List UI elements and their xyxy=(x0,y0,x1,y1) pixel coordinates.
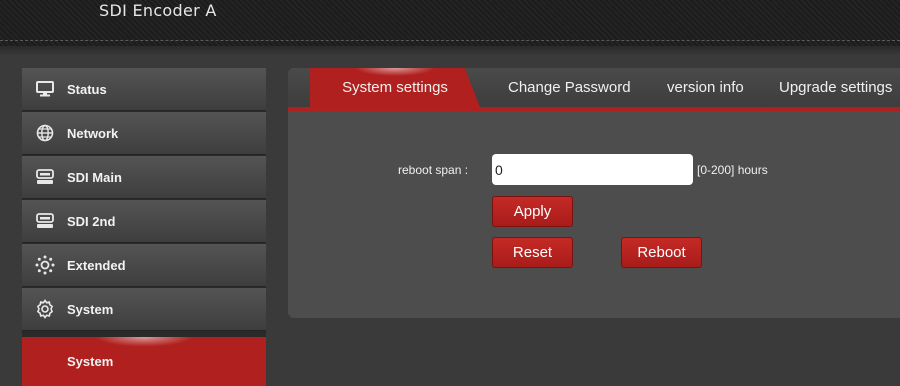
header-divider xyxy=(0,40,900,41)
tab-system-settings[interactable]: System settings xyxy=(310,68,480,107)
gear-dots-icon xyxy=(34,254,56,276)
drive-icon xyxy=(34,210,56,232)
sidebar-item-sdi-2nd[interactable]: SDI 2nd xyxy=(22,200,266,243)
drive-icon xyxy=(34,166,56,188)
tab-change-password[interactable]: Change Password xyxy=(508,68,631,107)
sidebar: Status Network SDI Main SDI 2nd Extended… xyxy=(22,68,266,386)
sidebar-item-sdi-main[interactable]: SDI Main xyxy=(22,156,266,199)
sidebar-item-label: Extended xyxy=(67,257,126,273)
sidebar-item-label: SDI 2nd xyxy=(67,213,116,229)
sidebar-item-system[interactable]: System xyxy=(22,288,266,331)
reset-button[interactable]: Reset xyxy=(492,237,573,268)
reboot-span-hint: [0-200] hours xyxy=(697,163,768,177)
tab-version-info[interactable]: version info xyxy=(667,68,744,107)
sidebar-item-extended[interactable]: Extended xyxy=(22,244,266,287)
reboot-span-input[interactable] xyxy=(492,154,693,185)
header-shadow xyxy=(0,46,900,56)
sidebar-item-label: Status xyxy=(67,81,107,97)
sidebar-item-label: Network xyxy=(67,125,119,141)
reboot-span-label: reboot span : xyxy=(398,163,469,177)
sidebar-item-label: System xyxy=(67,301,114,317)
app-header: SDI Encoder A xyxy=(0,0,900,46)
sidebar-item-status[interactable]: Status xyxy=(22,68,266,111)
globe-icon xyxy=(34,122,56,144)
sidebar-item-label: SDI Main xyxy=(67,169,122,185)
sidebar-item-system-active[interactable]: System xyxy=(22,337,266,386)
monitor-icon xyxy=(34,78,56,100)
reboot-button[interactable]: Reboot xyxy=(621,237,702,268)
apply-button[interactable]: Apply xyxy=(492,196,573,227)
gear-icon xyxy=(34,298,56,320)
tab-bar: System settings Change Password version … xyxy=(288,68,900,111)
tab-upgrade-settings[interactable]: Upgrade settings xyxy=(779,68,892,107)
sidebar-item-network[interactable]: Network xyxy=(22,112,266,155)
app-title: SDI Encoder A xyxy=(99,1,217,20)
sidebar-item-label: System xyxy=(67,354,114,369)
main-panel: System settings Change Password version … xyxy=(288,68,900,318)
